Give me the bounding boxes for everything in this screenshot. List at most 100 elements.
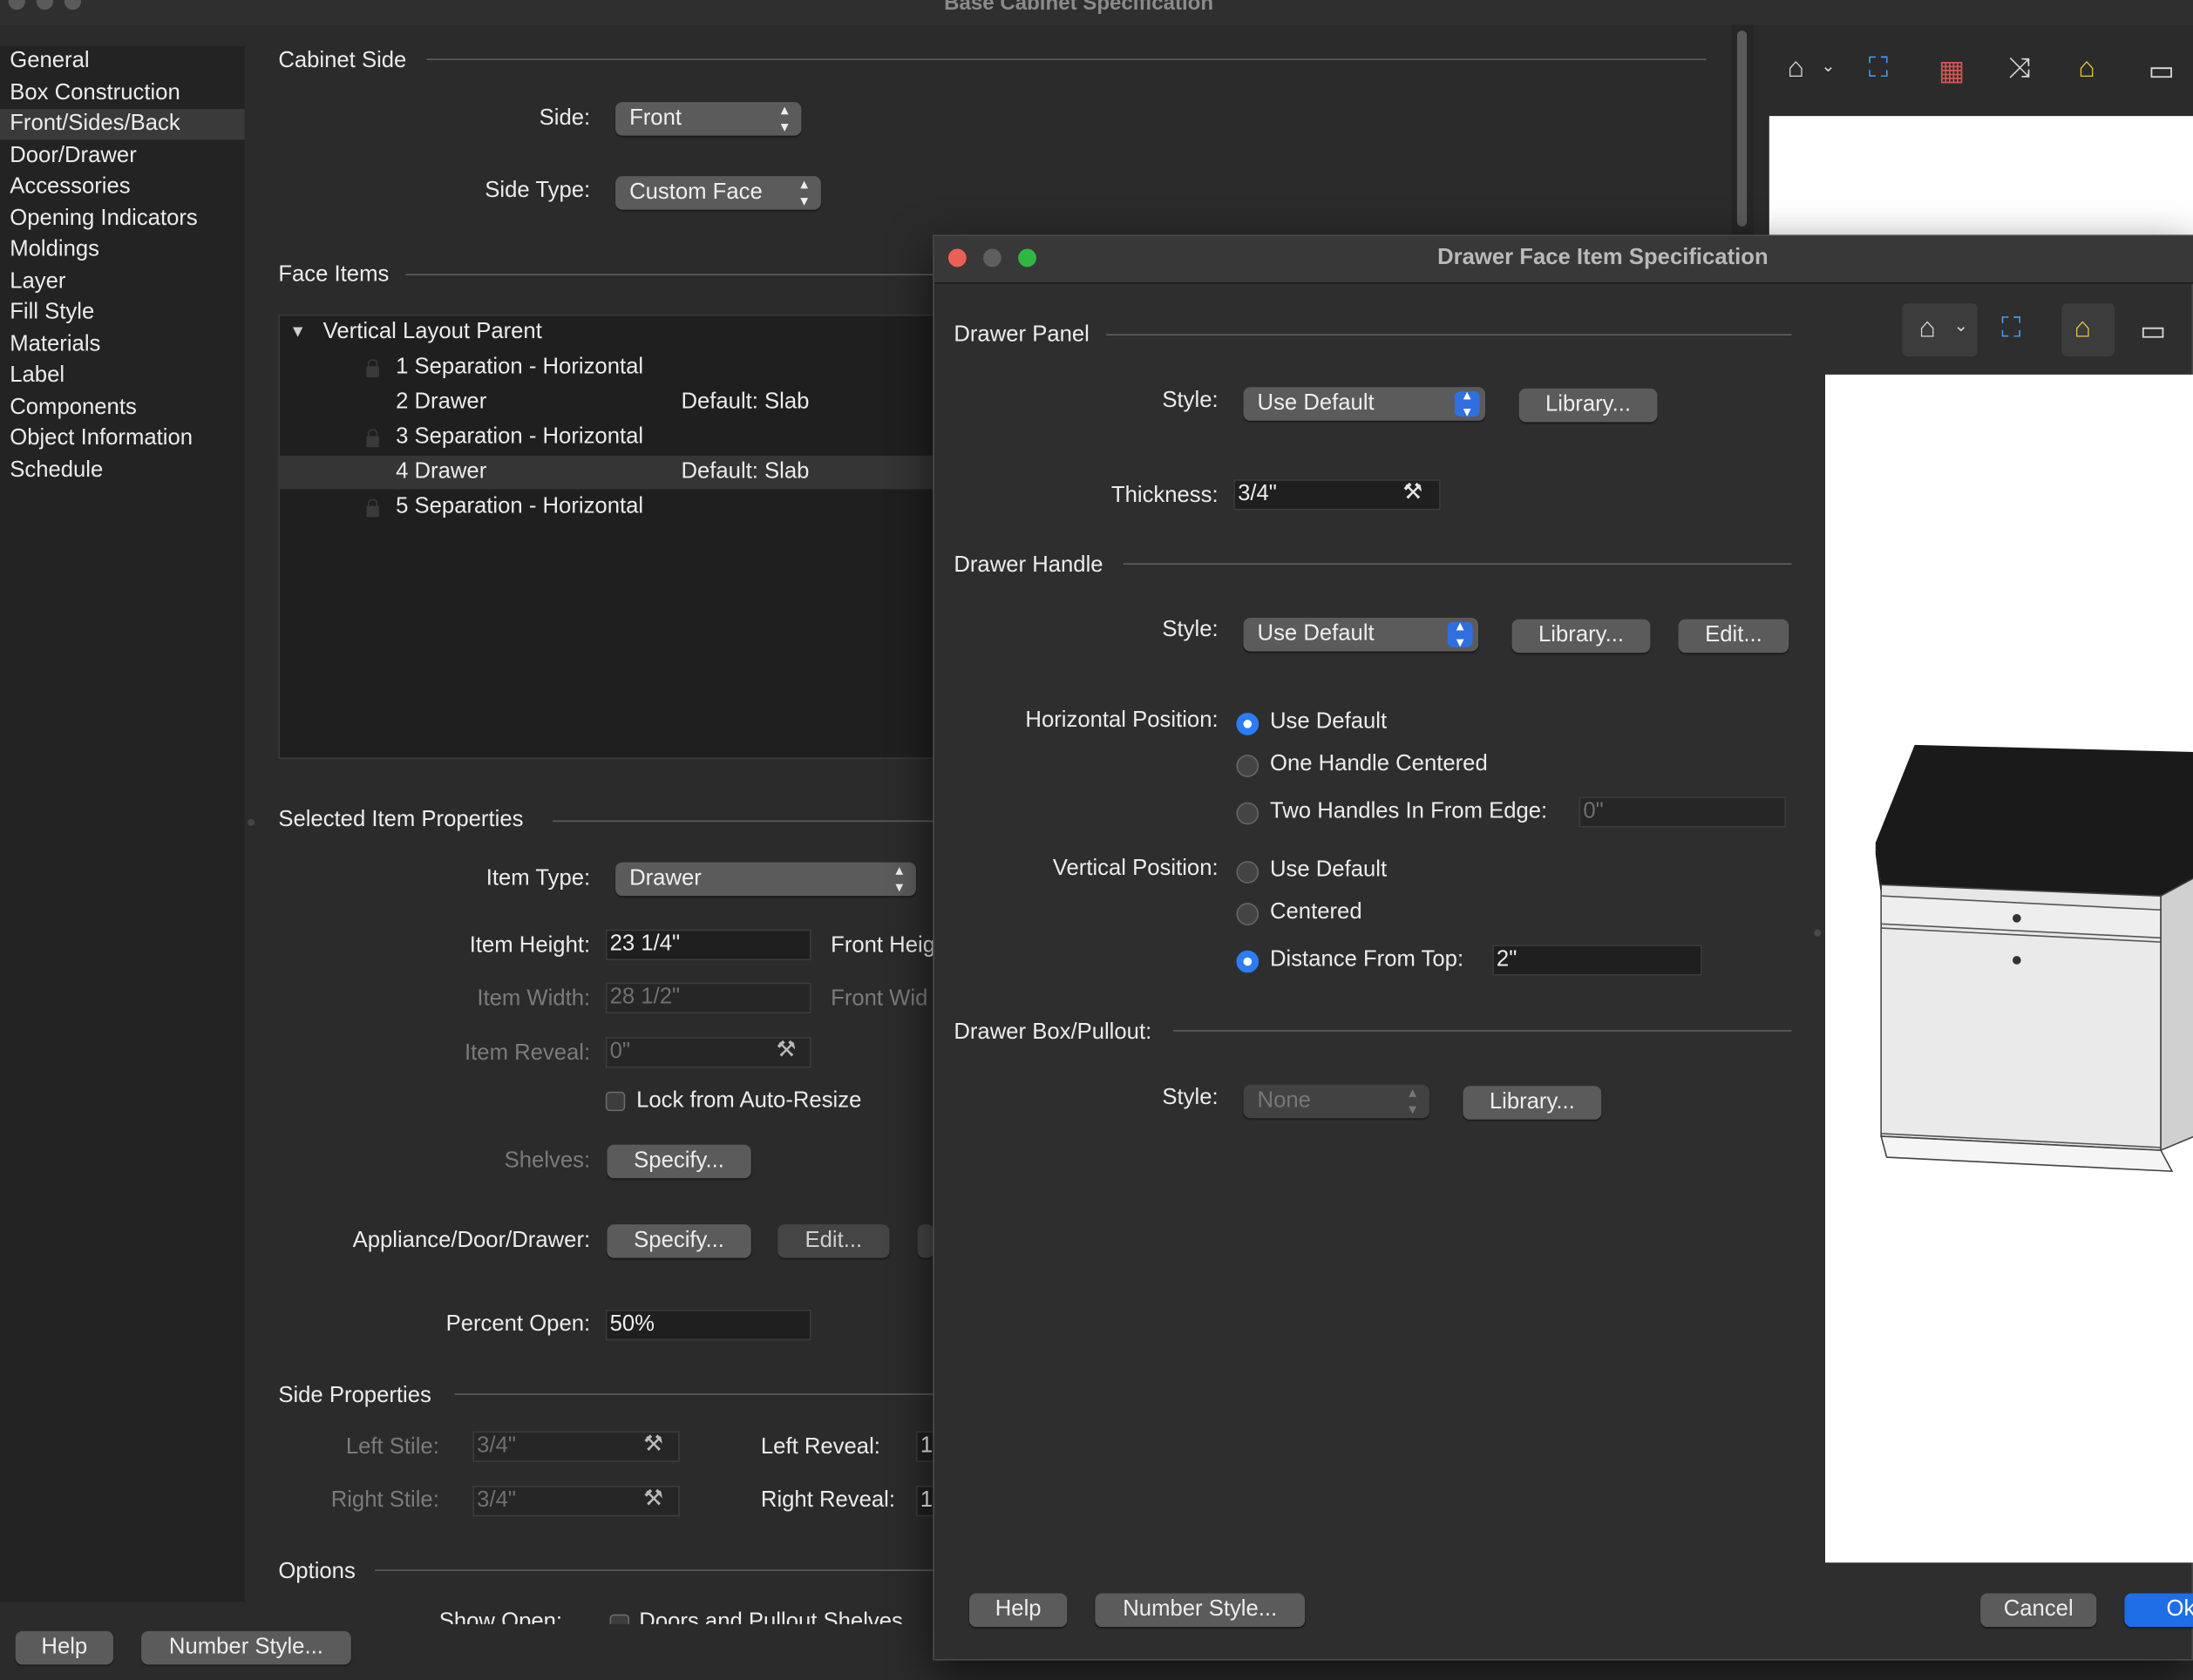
appliance-specify-button[interactable]: Specify...: [607, 1224, 751, 1258]
close-dot[interactable]: [8, 0, 25, 10]
wrench-icon[interactable]: ⚒: [643, 1431, 663, 1459]
radio-distance-from-top[interactable]: [1236, 950, 1259, 973]
right-stile-field[interactable]: 3/4" ⚒: [472, 1486, 680, 1517]
radio-use-default[interactable]: [1236, 713, 1259, 735]
show-handles-icon[interactable]: ⌂: [2078, 53, 2095, 85]
radio-label[interactable]: Two Handles In From Edge:: [1270, 799, 1547, 824]
percent-open-field[interactable]: 50%: [605, 1309, 811, 1341]
tree-parent[interactable]: Vertical Layout Parent: [323, 320, 542, 345]
handle-style-popup[interactable]: Use Default ▴ ▾: [1243, 617, 1479, 652]
item-width-field[interactable]: 28 1/2": [605, 982, 811, 1013]
item-type-popup[interactable]: Drawer ▴ ▾: [615, 862, 917, 897]
item-height-field[interactable]: 23 1/4": [605, 929, 811, 960]
cancel-button[interactable]: Cancel: [1980, 1593, 2097, 1628]
chevron-down-icon[interactable]: ⌄: [1821, 56, 1835, 75]
zoom-dot[interactable]: [64, 0, 82, 10]
sidebar-item-label[interactable]: Label: [10, 361, 64, 391]
radio-two-handles-in-from-edge[interactable]: [1236, 802, 1259, 825]
scrollbar-track[interactable]: [1731, 24, 1755, 235]
show-front-icon[interactable]: ▦: [1938, 53, 1965, 88]
dialog-number-style-button[interactable]: Number Style...: [1095, 1593, 1306, 1628]
tree-row-name[interactable]: 3 Separation - Horizontal: [396, 425, 643, 450]
radio-label[interactable]: Distance From Top:: [1270, 948, 1463, 973]
radio-label[interactable]: Use Default: [1270, 710, 1387, 735]
panel-library-button[interactable]: Library...: [1518, 388, 1658, 423]
side-type-popup[interactable]: Custom Face ▴ ▾: [615, 176, 821, 210]
sidebar-item-schedule[interactable]: Schedule: [10, 455, 103, 485]
distance-from-top-field[interactable]: 2": [1492, 945, 1702, 976]
radio-centered[interactable]: [1236, 903, 1259, 925]
window-title: Base Cabinet Specification: [944, 0, 1214, 16]
side-popup[interactable]: Front ▴ ▾: [615, 102, 802, 136]
tree-row-name[interactable]: 4 Drawer: [396, 460, 486, 485]
hidden-button-edge[interactable]: [917, 1224, 934, 1258]
face-items-tree[interactable]: ▼ Vertical Layout Parent 1 Separation - …: [278, 314, 938, 759]
wrench-icon[interactable]: ⚒: [643, 1486, 663, 1514]
flyover-icon[interactable]: ⤨: [2008, 53, 2031, 85]
sidebar-item-materials[interactable]: Materials: [10, 329, 100, 360]
sidebar-item-components[interactable]: Components: [10, 392, 137, 423]
splitter-handle[interactable]: [248, 818, 255, 826]
radio-label[interactable]: Use Default: [1270, 858, 1387, 884]
sidebar-item-fill-style[interactable]: Fill Style: [10, 298, 94, 329]
minimize-dot[interactable]: [36, 0, 53, 10]
fit-view-icon[interactable]: ⛶: [2001, 313, 2020, 345]
appliance-label: Appliance/Door/Drawer:: [352, 1228, 591, 1253]
sidebar-item-layer[interactable]: Layer: [10, 267, 65, 297]
tree-row-name[interactable]: 2 Drawer: [396, 390, 486, 416]
horizontal-position-label: Horizontal Position:: [1025, 708, 1219, 733]
handle-style-value: Use Default: [1257, 621, 1375, 647]
doors-checkbox[interactable]: [609, 1614, 630, 1624]
radio-label[interactable]: Centered: [1270, 900, 1362, 925]
sidebar-item-box-construction[interactable]: Box Construction: [10, 78, 180, 108]
radio-one-handle-centered[interactable]: [1236, 755, 1259, 777]
sidebar-item-general[interactable]: General: [10, 46, 89, 77]
sidebar-item-front-sides-back[interactable]: Front/Sides/Back: [10, 109, 180, 139]
lock-auto-resize-checkbox[interactable]: [605, 1091, 626, 1112]
help-button[interactable]: Help: [15, 1630, 113, 1665]
panel-style-popup[interactable]: Use Default ▴ ▾: [1243, 387, 1486, 421]
radio-use-default[interactable]: [1236, 861, 1259, 884]
lock-icon: [366, 359, 379, 378]
dialog-titlebar: Drawer Face Item Specification: [934, 236, 2193, 284]
item-height-label: Item Height:: [469, 933, 591, 958]
fit-view-icon[interactable]: ⛶: [1869, 53, 1888, 85]
dialog-help-button[interactable]: Help: [968, 1593, 1068, 1628]
thickness-field[interactable]: 3/4" ⚒: [1233, 479, 1441, 511]
cabinet-side: [2160, 877, 2193, 1152]
edge-distance-field[interactable]: 0": [1579, 796, 1787, 828]
chevron-down-icon[interactable]: ⌄: [1954, 316, 1968, 335]
view-house-icon[interactable]: ⌂: [1919, 313, 1936, 345]
item-reveal-value: 0": [609, 1040, 630, 1064]
sidebar-item-accessories[interactable]: Accessories: [10, 172, 130, 202]
wrench-icon[interactable]: ⚒: [777, 1037, 797, 1065]
tree-row-name[interactable]: 5 Separation - Horizontal: [396, 495, 643, 520]
tree-row-name[interactable]: 1 Separation - Horizontal: [396, 355, 643, 380]
show-handles-icon[interactable]: ⌂: [2074, 313, 2091, 345]
tree-row-detail: Default: Slab: [681, 459, 810, 484]
number-style-button[interactable]: Number Style...: [141, 1630, 351, 1665]
handle-library-button[interactable]: Library...: [1511, 619, 1651, 654]
view-house-icon[interactable]: ⌂: [1788, 53, 1804, 85]
sidebar-item-object-information[interactable]: Object Information: [10, 423, 193, 454]
radio-label[interactable]: One Handle Centered: [1270, 752, 1488, 777]
splitter-handle[interactable]: [1814, 929, 1822, 937]
updown-icon: ▴ ▾: [1409, 1084, 1417, 1119]
scrollbar-thumb[interactable]: [1736, 30, 1748, 227]
box-style-popup[interactable]: None ▴ ▾: [1243, 1084, 1429, 1119]
appliance-edit-button[interactable]: Edit...: [777, 1224, 890, 1258]
shelves-specify-button[interactable]: Specify...: [607, 1144, 751, 1179]
sidebar-item-moldings[interactable]: Moldings: [10, 234, 99, 265]
disclosure-triangle-icon[interactable]: ▼: [289, 322, 306, 341]
panel-style-value: Use Default: [1257, 391, 1375, 416]
sidebar-item-opening-indicators[interactable]: Opening Indicators: [10, 203, 198, 234]
toggle-icon[interactable]: ▭: [2149, 53, 2175, 88]
handle-edit-button[interactable]: Edit...: [1678, 619, 1789, 654]
box-library-button[interactable]: Library...: [1463, 1086, 1602, 1120]
ok-button[interactable]: Ok: [2124, 1593, 2193, 1628]
item-reveal-field[interactable]: 0" ⚒: [605, 1037, 811, 1068]
toggle-icon[interactable]: ▭: [2140, 313, 2166, 348]
left-stile-field[interactable]: 3/4" ⚒: [472, 1431, 680, 1462]
sidebar-item-door-drawer[interactable]: Door/Drawer: [10, 140, 137, 171]
wrench-icon[interactable]: ⚒: [1402, 479, 1422, 507]
